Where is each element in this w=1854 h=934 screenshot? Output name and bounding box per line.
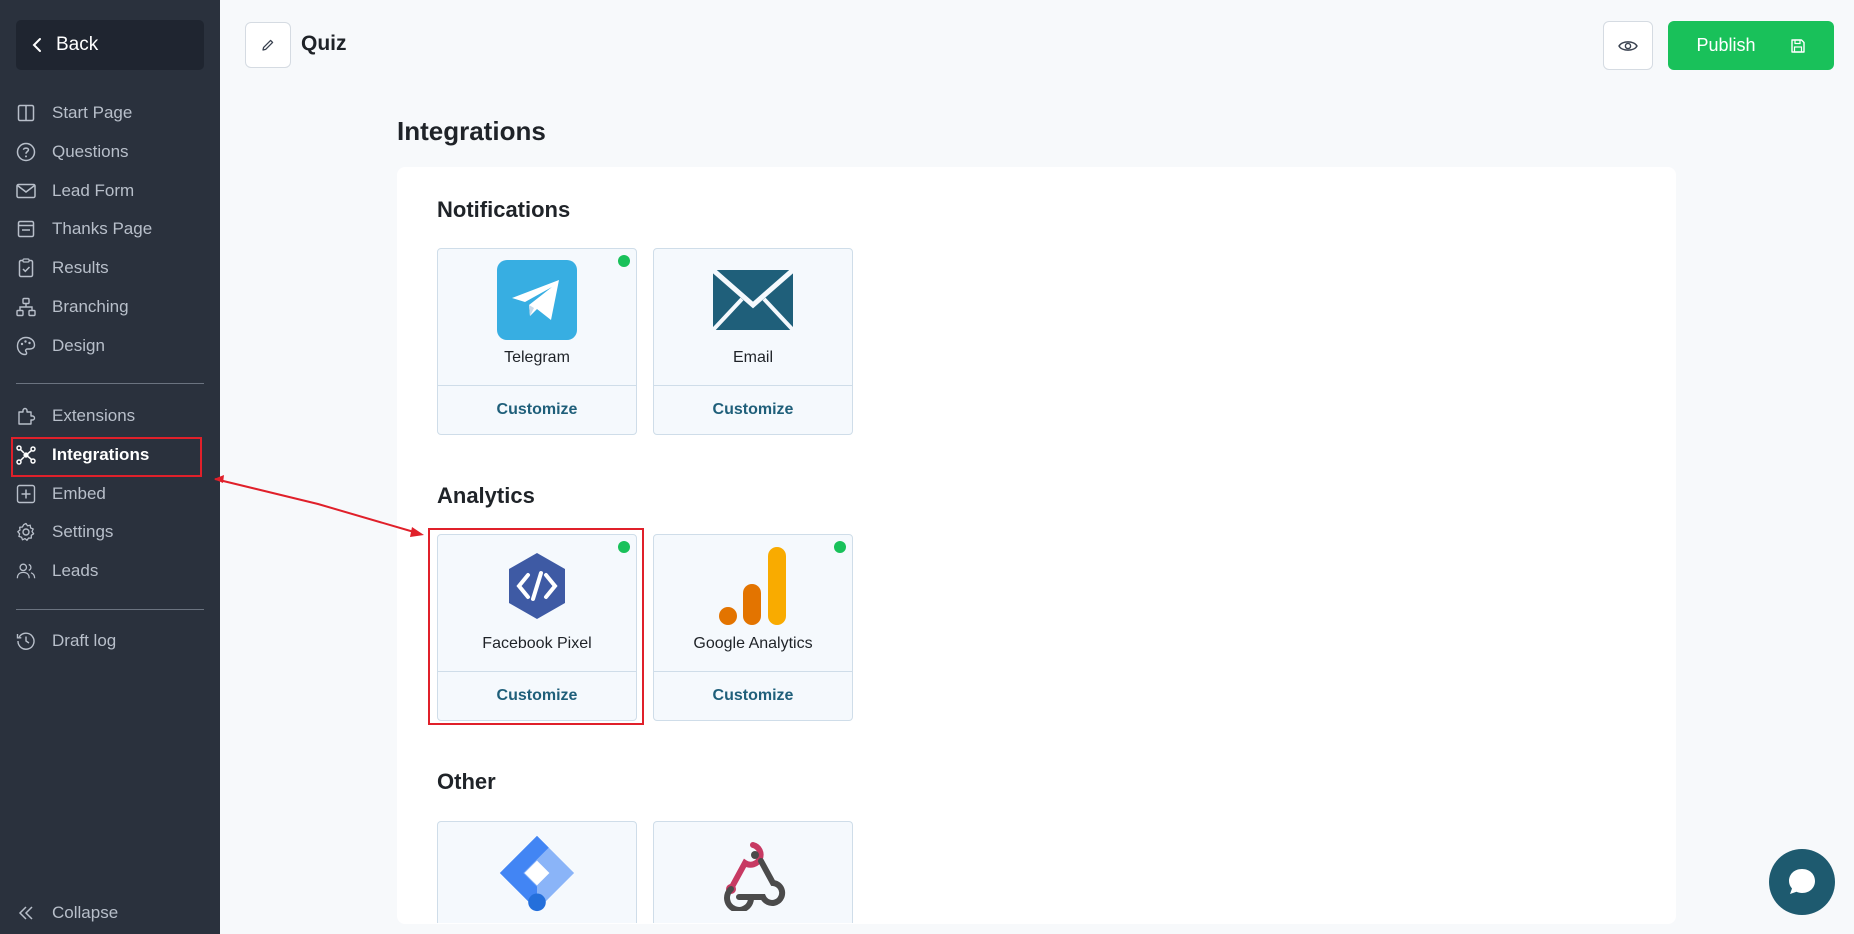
question-circle-icon bbox=[16, 142, 36, 162]
section-title-other: Other bbox=[437, 769, 496, 794]
quiz-title: Quiz bbox=[301, 32, 347, 55]
back-label: Back bbox=[56, 34, 99, 55]
users-icon bbox=[16, 561, 36, 581]
sidebar-item-start-page[interactable]: Start Page bbox=[16, 95, 204, 131]
integration-card-webhooks[interactable] bbox=[653, 821, 853, 923]
layout-icon bbox=[16, 103, 36, 123]
sidebar-item-results[interactable]: Results bbox=[16, 250, 204, 286]
envelope-icon bbox=[16, 181, 36, 201]
customize-button[interactable]: Customize bbox=[654, 386, 852, 434]
clipboard-check-icon bbox=[16, 258, 36, 278]
sidebar-item-label: Extensions bbox=[52, 406, 136, 425]
active-status-dot bbox=[618, 255, 630, 267]
pencil-icon bbox=[262, 39, 274, 51]
facebook-pixel-annotation-box bbox=[428, 528, 644, 725]
sidebar-item-label: Start Page bbox=[52, 103, 133, 122]
sidebar-item-leads[interactable]: Leads bbox=[16, 553, 204, 589]
sidebar-item-questions[interactable]: Questions bbox=[16, 134, 204, 170]
sidebar-item-label: Leads bbox=[52, 561, 99, 580]
section-title-analytics: Analytics bbox=[437, 483, 535, 508]
sidebar-item-extensions[interactable]: Extensions bbox=[16, 398, 204, 434]
telegram-icon bbox=[496, 259, 578, 341]
publish-label: Publish bbox=[1696, 35, 1756, 55]
gear-icon bbox=[16, 522, 36, 542]
sidebar-item-thanks-page[interactable]: Thanks Page bbox=[16, 211, 204, 247]
google-analytics-icon bbox=[712, 545, 794, 627]
branching-icon bbox=[16, 297, 36, 317]
embed-icon bbox=[16, 484, 36, 504]
collapse-label: Collapse bbox=[52, 903, 119, 922]
publish-button[interactable]: Publish bbox=[1668, 21, 1834, 70]
edit-title-button[interactable] bbox=[245, 22, 291, 68]
sidebar-divider bbox=[16, 383, 204, 384]
customize-button[interactable]: Customize bbox=[654, 672, 852, 720]
section-title-notifications: Notifications bbox=[437, 197, 571, 222]
puzzle-icon bbox=[16, 406, 36, 426]
palette-icon bbox=[16, 336, 36, 356]
thanks-page-icon bbox=[16, 219, 36, 239]
sidebar-item-branching[interactable]: Branching bbox=[16, 289, 204, 325]
sidebar-item-draft-log[interactable]: Draft log bbox=[16, 623, 204, 659]
sidebar-item-label: Design bbox=[52, 336, 105, 355]
chat-button[interactable] bbox=[1769, 849, 1835, 915]
webhook-icon bbox=[712, 832, 794, 914]
card-name: Google Analytics bbox=[693, 635, 813, 652]
sidebar-item-label: Lead Form bbox=[52, 181, 135, 200]
active-status-dot bbox=[834, 541, 846, 553]
sidebar-item-label: Settings bbox=[52, 522, 114, 541]
sidebar-item-label: Embed bbox=[52, 484, 106, 503]
sidebar-item-lead-form[interactable]: Lead Form bbox=[16, 173, 204, 209]
sidebar-item-label: Results bbox=[52, 258, 109, 277]
sidebar-item-label: Questions bbox=[52, 142, 129, 161]
sidebar-divider bbox=[16, 609, 204, 610]
card-name: Telegram bbox=[504, 349, 570, 366]
preview-button[interactable] bbox=[1603, 21, 1653, 70]
collapse-button[interactable]: Collapse bbox=[16, 895, 204, 931]
integration-card-telegram[interactable]: Telegram Customize bbox=[437, 248, 637, 435]
integrations-annotation-box bbox=[11, 437, 202, 477]
sidebar-item-embed[interactable]: Embed bbox=[16, 476, 204, 512]
integration-card-google-tag-manager[interactable] bbox=[437, 821, 637, 923]
card-name: Email bbox=[732, 349, 773, 366]
chat-bubble-icon bbox=[1789, 869, 1815, 894]
history-icon bbox=[16, 631, 36, 651]
sidebar-item-design[interactable]: Design bbox=[16, 328, 204, 364]
email-icon bbox=[712, 259, 794, 341]
integration-card-email[interactable]: Email Customize bbox=[653, 248, 853, 435]
sidebar-item-label: Branching bbox=[52, 297, 129, 316]
sidebar-item-label: Thanks Page bbox=[52, 219, 153, 238]
back-button[interactable]: Back bbox=[16, 20, 204, 70]
save-icon bbox=[1790, 38, 1805, 53]
sidebar-item-label: Draft log bbox=[52, 631, 117, 650]
customize-button[interactable]: Customize bbox=[438, 386, 636, 434]
page-title: Integrations bbox=[397, 116, 546, 146]
eye-icon bbox=[1618, 40, 1638, 51]
chevron-left-icon bbox=[32, 38, 41, 52]
integration-card-google-analytics[interactable]: Google Analytics Customize bbox=[653, 534, 853, 721]
double-chevron-left-icon bbox=[16, 903, 36, 923]
google-tag-manager-icon bbox=[496, 832, 578, 914]
sidebar-item-settings[interactable]: Settings bbox=[16, 514, 204, 550]
